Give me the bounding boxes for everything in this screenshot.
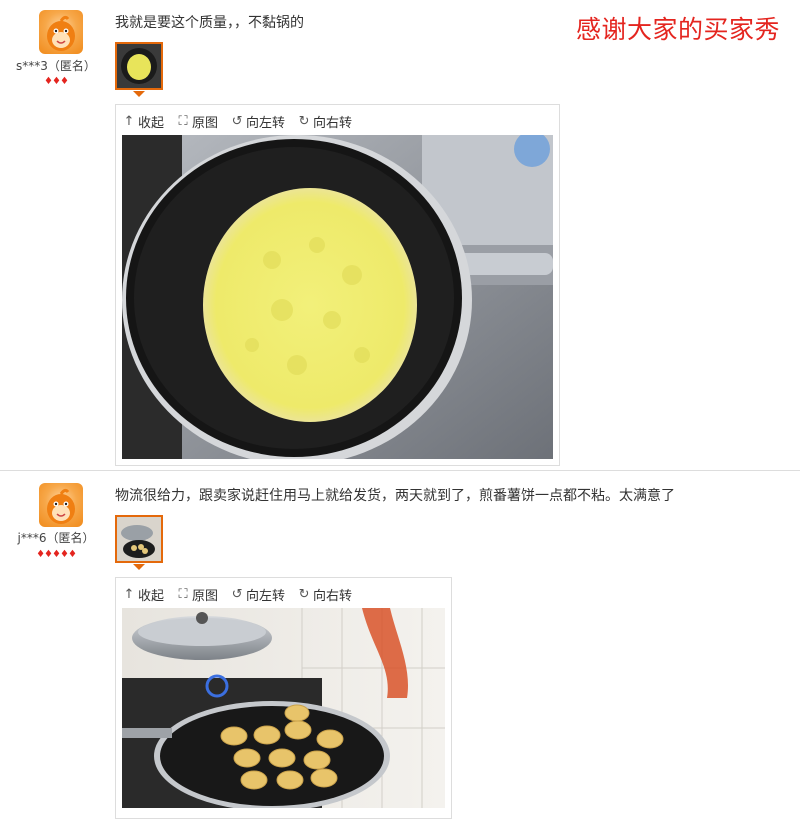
photo-toolbar: ↑ 收起 ⛶ 原图 ↺ 向左转 ↻ 向右转: [122, 584, 353, 604]
review-item: j***6（匿名） ♦♦♦♦♦ 物流很给力，跟卖家说赶住用马上就给发货，两天就到…: [0, 471, 800, 819]
rotate-right-icon: ↻: [298, 586, 310, 602]
rotate-right-button[interactable]: ↻ 向右转: [297, 111, 352, 131]
photo-viewer: ↑ 收起 ⛶ 原图 ↺ 向左转 ↻ 向右转: [115, 577, 452, 819]
reviewer-level-hearts: ♦♦♦: [44, 76, 69, 87]
reviewer-name: s***3（匿名）: [16, 59, 96, 73]
collapse-button[interactable]: ↑ 收起: [122, 584, 164, 604]
arrow-up-icon: ↑: [123, 113, 135, 129]
review-photo-thumbnail[interactable]: [115, 515, 163, 563]
rotate-left-button[interactable]: ↺ 向左转: [230, 111, 285, 131]
rotate-left-button[interactable]: ↺ 向左转: [230, 584, 285, 604]
review-comment: 物流很给力，跟卖家说赶住用马上就给发货，两天就到了，煎番薯饼一点都不粘。太满意了: [115, 488, 675, 504]
rotate-left-icon: ↺: [231, 586, 243, 602]
expand-icon: ⛶: [178, 113, 188, 129]
review-photo-sweet-potato-cakes[interactable]: [122, 608, 445, 808]
thumbnail-pointer: [133, 564, 145, 570]
reviewer-name: j***6（匿名）: [17, 531, 95, 545]
collapse-button[interactable]: ↑ 收起: [122, 111, 164, 131]
photo-viewer: ↑ 收起 ⛶ 原图 ↺ 向左转 ↻ 向右转: [115, 104, 560, 466]
mascot-icon: [47, 488, 75, 524]
original-image-button[interactable]: ⛶ 原图: [176, 111, 218, 131]
reviewer-level-hearts: ♦♦♦♦♦: [36, 549, 77, 560]
rotate-right-button[interactable]: ↻ 向右转: [297, 584, 352, 604]
rotate-left-icon: ↺: [231, 113, 243, 129]
original-image-button[interactable]: ⛶ 原图: [176, 584, 218, 604]
review-photo-thumbnail[interactable]: [115, 42, 163, 90]
thumbnail-pointer: [133, 91, 145, 97]
expand-icon: ⛶: [178, 586, 188, 602]
mascot-icon: [47, 15, 75, 51]
avatar[interactable]: [39, 10, 83, 54]
review-comment: 我就是要这个质量，，不黏锅的: [115, 15, 304, 31]
review-photo-pancake[interactable]: [122, 135, 553, 459]
photo-toolbar: ↑ 收起 ⛶ 原图 ↺ 向左转 ↻ 向右转: [122, 111, 353, 131]
avatar[interactable]: [39, 483, 83, 527]
arrow-up-icon: ↑: [123, 586, 135, 602]
rotate-right-icon: ↻: [298, 113, 310, 129]
review-item: s***3（匿名） ♦♦♦ 我就是要这个质量，，不黏锅的 ↑ 收起 ⛶ 原图 ↺…: [0, 0, 800, 470]
